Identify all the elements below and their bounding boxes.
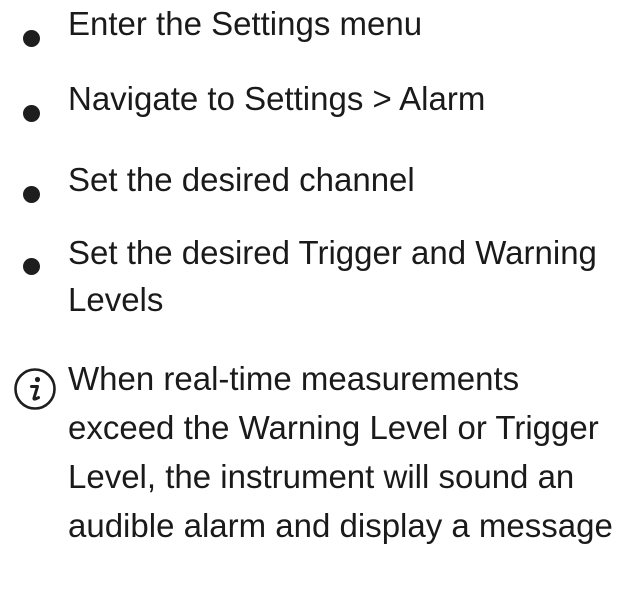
step-text: Set the desired Trigger and Warning Leve… [68,234,597,318]
step-text: Set the desired channel [68,161,415,198]
bullet-icon [23,105,40,122]
bullet-icon [23,258,40,275]
note-text: When real-time measurements exceed the W… [68,360,613,544]
bullet-icon [23,186,40,203]
bullet-icon [23,30,40,47]
step-text: Navigate to Settings > Alarm [68,80,486,117]
info-icon [14,368,56,410]
step-text: Enter the Settings menu [68,5,423,42]
